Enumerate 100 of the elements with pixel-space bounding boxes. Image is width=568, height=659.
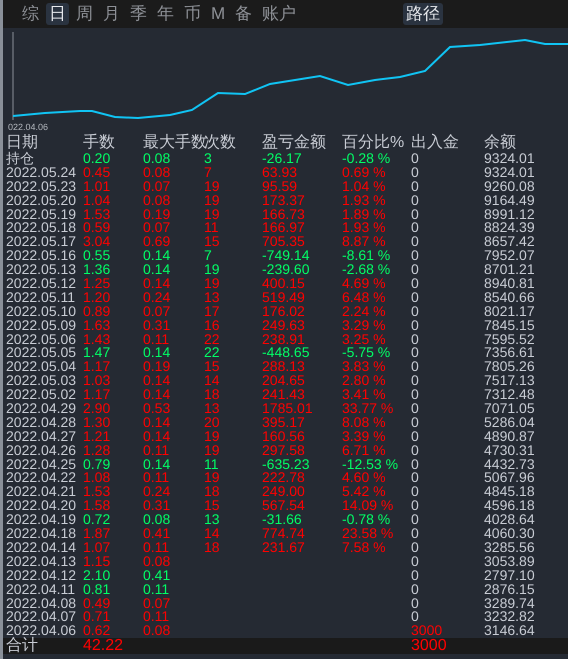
table-cell-text: 5067.96 <box>484 471 536 486</box>
table-cell-text: 7805.26 <box>484 360 536 374</box>
table-cell-text: 0.08 <box>143 624 172 638</box>
table-cell-text: 0.62 <box>83 624 112 638</box>
period-tab[interactable]: 周 <box>73 3 96 25</box>
table-cell-text: 1.03 <box>83 374 112 388</box>
table-cell-text: 2022.05.10 <box>5 304 78 319</box>
table-cell-text: 0.71 <box>83 610 112 624</box>
table-cell-text: 1.47 <box>83 346 112 360</box>
table-cell-text: 1.20 <box>83 290 112 305</box>
table-cell-text: 8824.39 <box>484 221 536 236</box>
table-cell-text: 8.87 % <box>342 235 387 250</box>
table-cell-text: 0 <box>411 194 420 208</box>
table-cell-text: 0 <box>411 540 420 555</box>
table-cell-text: 166.97 <box>262 221 306 236</box>
table-cell-text: 42.22 <box>83 638 124 654</box>
table-cell-text: 0.07 <box>143 221 172 236</box>
table-cell-text: 2022.04.22 <box>5 471 78 486</box>
table-cell-text: 9260.08 <box>484 180 536 194</box>
table-cell-text: -635.23 <box>262 458 310 472</box>
table-cell-text: 0.07 <box>143 596 172 610</box>
period-tab[interactable]: 年 <box>154 3 177 25</box>
table-cell-text: 176.02 <box>262 304 306 319</box>
period-tab[interactable]: 账户 <box>259 3 300 25</box>
table-cell-text: 7517.13 <box>484 374 536 388</box>
table-cell-text: 22 <box>204 332 221 346</box>
table-cell-text: 0.41 <box>143 568 172 583</box>
table-cell-text: 2022.04.26 <box>5 444 78 458</box>
period-tab[interactable]: 备 <box>232 3 256 25</box>
table-cell-text: 7071.05 <box>484 402 536 416</box>
table-cell-text: 14.09 % <box>342 499 394 514</box>
table-cell-text: 1.15 <box>83 554 112 569</box>
period-tab[interactable]: 综 <box>19 3 42 25</box>
table-cell-text: 9324.01 <box>484 152 536 166</box>
table-cell-text: 19 <box>204 180 221 194</box>
period-tab[interactable]: 日 <box>46 3 69 25</box>
table-cell-text: -2.68 % <box>342 263 392 278</box>
table-cell-text: 1.53 <box>83 485 112 500</box>
table-cell-text: 2022.05.16 <box>5 249 78 264</box>
table-cell-text: 3000 <box>411 638 448 654</box>
table-cell-text: 1.53 <box>83 208 112 222</box>
table-cell-text: -0.78 % <box>342 513 392 528</box>
table-cell-text: 3 <box>204 152 213 166</box>
table-cell-text: 0 <box>411 527 420 541</box>
table-cell-text: 19 <box>204 208 221 222</box>
table-cell-text: 0.19 <box>143 360 172 374</box>
table-cell-text: 0.08 <box>143 194 172 208</box>
table-cell-text: 0.11 <box>143 610 170 624</box>
table-cell-text: 4060.30 <box>484 527 536 541</box>
table-cell-text: 2797.10 <box>484 568 536 583</box>
table-cell-text: 8.08 % <box>342 416 387 430</box>
table-cell-text: 2022.05.23 <box>5 180 78 194</box>
column-header: 手数 <box>83 134 116 152</box>
table-cell-text: 160.56 <box>262 430 306 444</box>
table-cell-text: 2022.04.08 <box>5 596 78 610</box>
table-cell-text: 1.36 <box>83 263 112 278</box>
table-cell-text: 15 <box>204 360 221 374</box>
period-tab[interactable]: M <box>208 3 228 25</box>
table-cell-text: 0 <box>411 166 420 180</box>
table-cell-text: 0.14 <box>143 346 172 360</box>
table-cell-text: 11 <box>204 458 220 472</box>
table-cell-text: 1.25 <box>83 277 112 291</box>
table-cell-text: 2022.04.27 <box>5 430 78 444</box>
table-cell-text: 17 <box>204 304 221 319</box>
table-cell-text: 0 <box>411 430 420 444</box>
period-tab[interactable]: 月 <box>100 3 123 25</box>
table-cell-text: 1.17 <box>83 388 112 402</box>
table-cell-text: 2.10 <box>83 568 112 583</box>
table-cell-text: 4.69 % <box>342 277 387 291</box>
table-cell-text: 2022.05.06 <box>5 332 78 346</box>
table-cell-text: 33.77 % <box>342 402 394 416</box>
table-cell-text: 2022.05.02 <box>5 388 78 402</box>
table-cell-text: 1.28 <box>83 444 112 458</box>
table-cell-text: 16 <box>204 318 221 333</box>
table-cell-text: 1.93 % <box>342 221 387 236</box>
table-cell-text: 0.14 <box>143 263 172 278</box>
table-cell-text: -26.17 <box>262 152 303 166</box>
table-cell-text: 249.63 <box>262 318 306 333</box>
column-header: 出入金 <box>411 134 460 152</box>
table-cell-text: 0.11 <box>143 444 170 458</box>
table-cell-text: 3285.56 <box>484 540 536 555</box>
table-cell-text: 2022.04.06 <box>5 624 78 638</box>
path-button[interactable]: 路径 <box>403 3 444 25</box>
table-cell-text: 18 <box>204 388 221 402</box>
table-cell-text: 0 <box>411 263 420 278</box>
table-cell-text: 0.79 <box>83 458 112 472</box>
table-cell-text: 0 <box>411 499 420 514</box>
period-tab[interactable]: 币 <box>181 3 204 25</box>
table-cell-text: 705.35 <box>262 235 306 250</box>
period-tab[interactable]: 季 <box>127 3 150 25</box>
column-header: 次数 <box>204 134 237 152</box>
table-cell-text: 0 <box>411 249 420 264</box>
table-cell-text: 2876.15 <box>484 582 536 597</box>
table-cell-text: 8991.12 <box>484 208 536 222</box>
table-cell-text: 7845.15 <box>484 318 536 333</box>
table-cell-text: 1.01 <box>83 180 112 194</box>
table-cell-text: 2022.04.25 <box>5 458 78 472</box>
table-cell-text: 0 <box>411 360 420 374</box>
table-cell-text: -12.53 % <box>342 458 400 472</box>
table-cell-text: 0 <box>411 554 420 569</box>
